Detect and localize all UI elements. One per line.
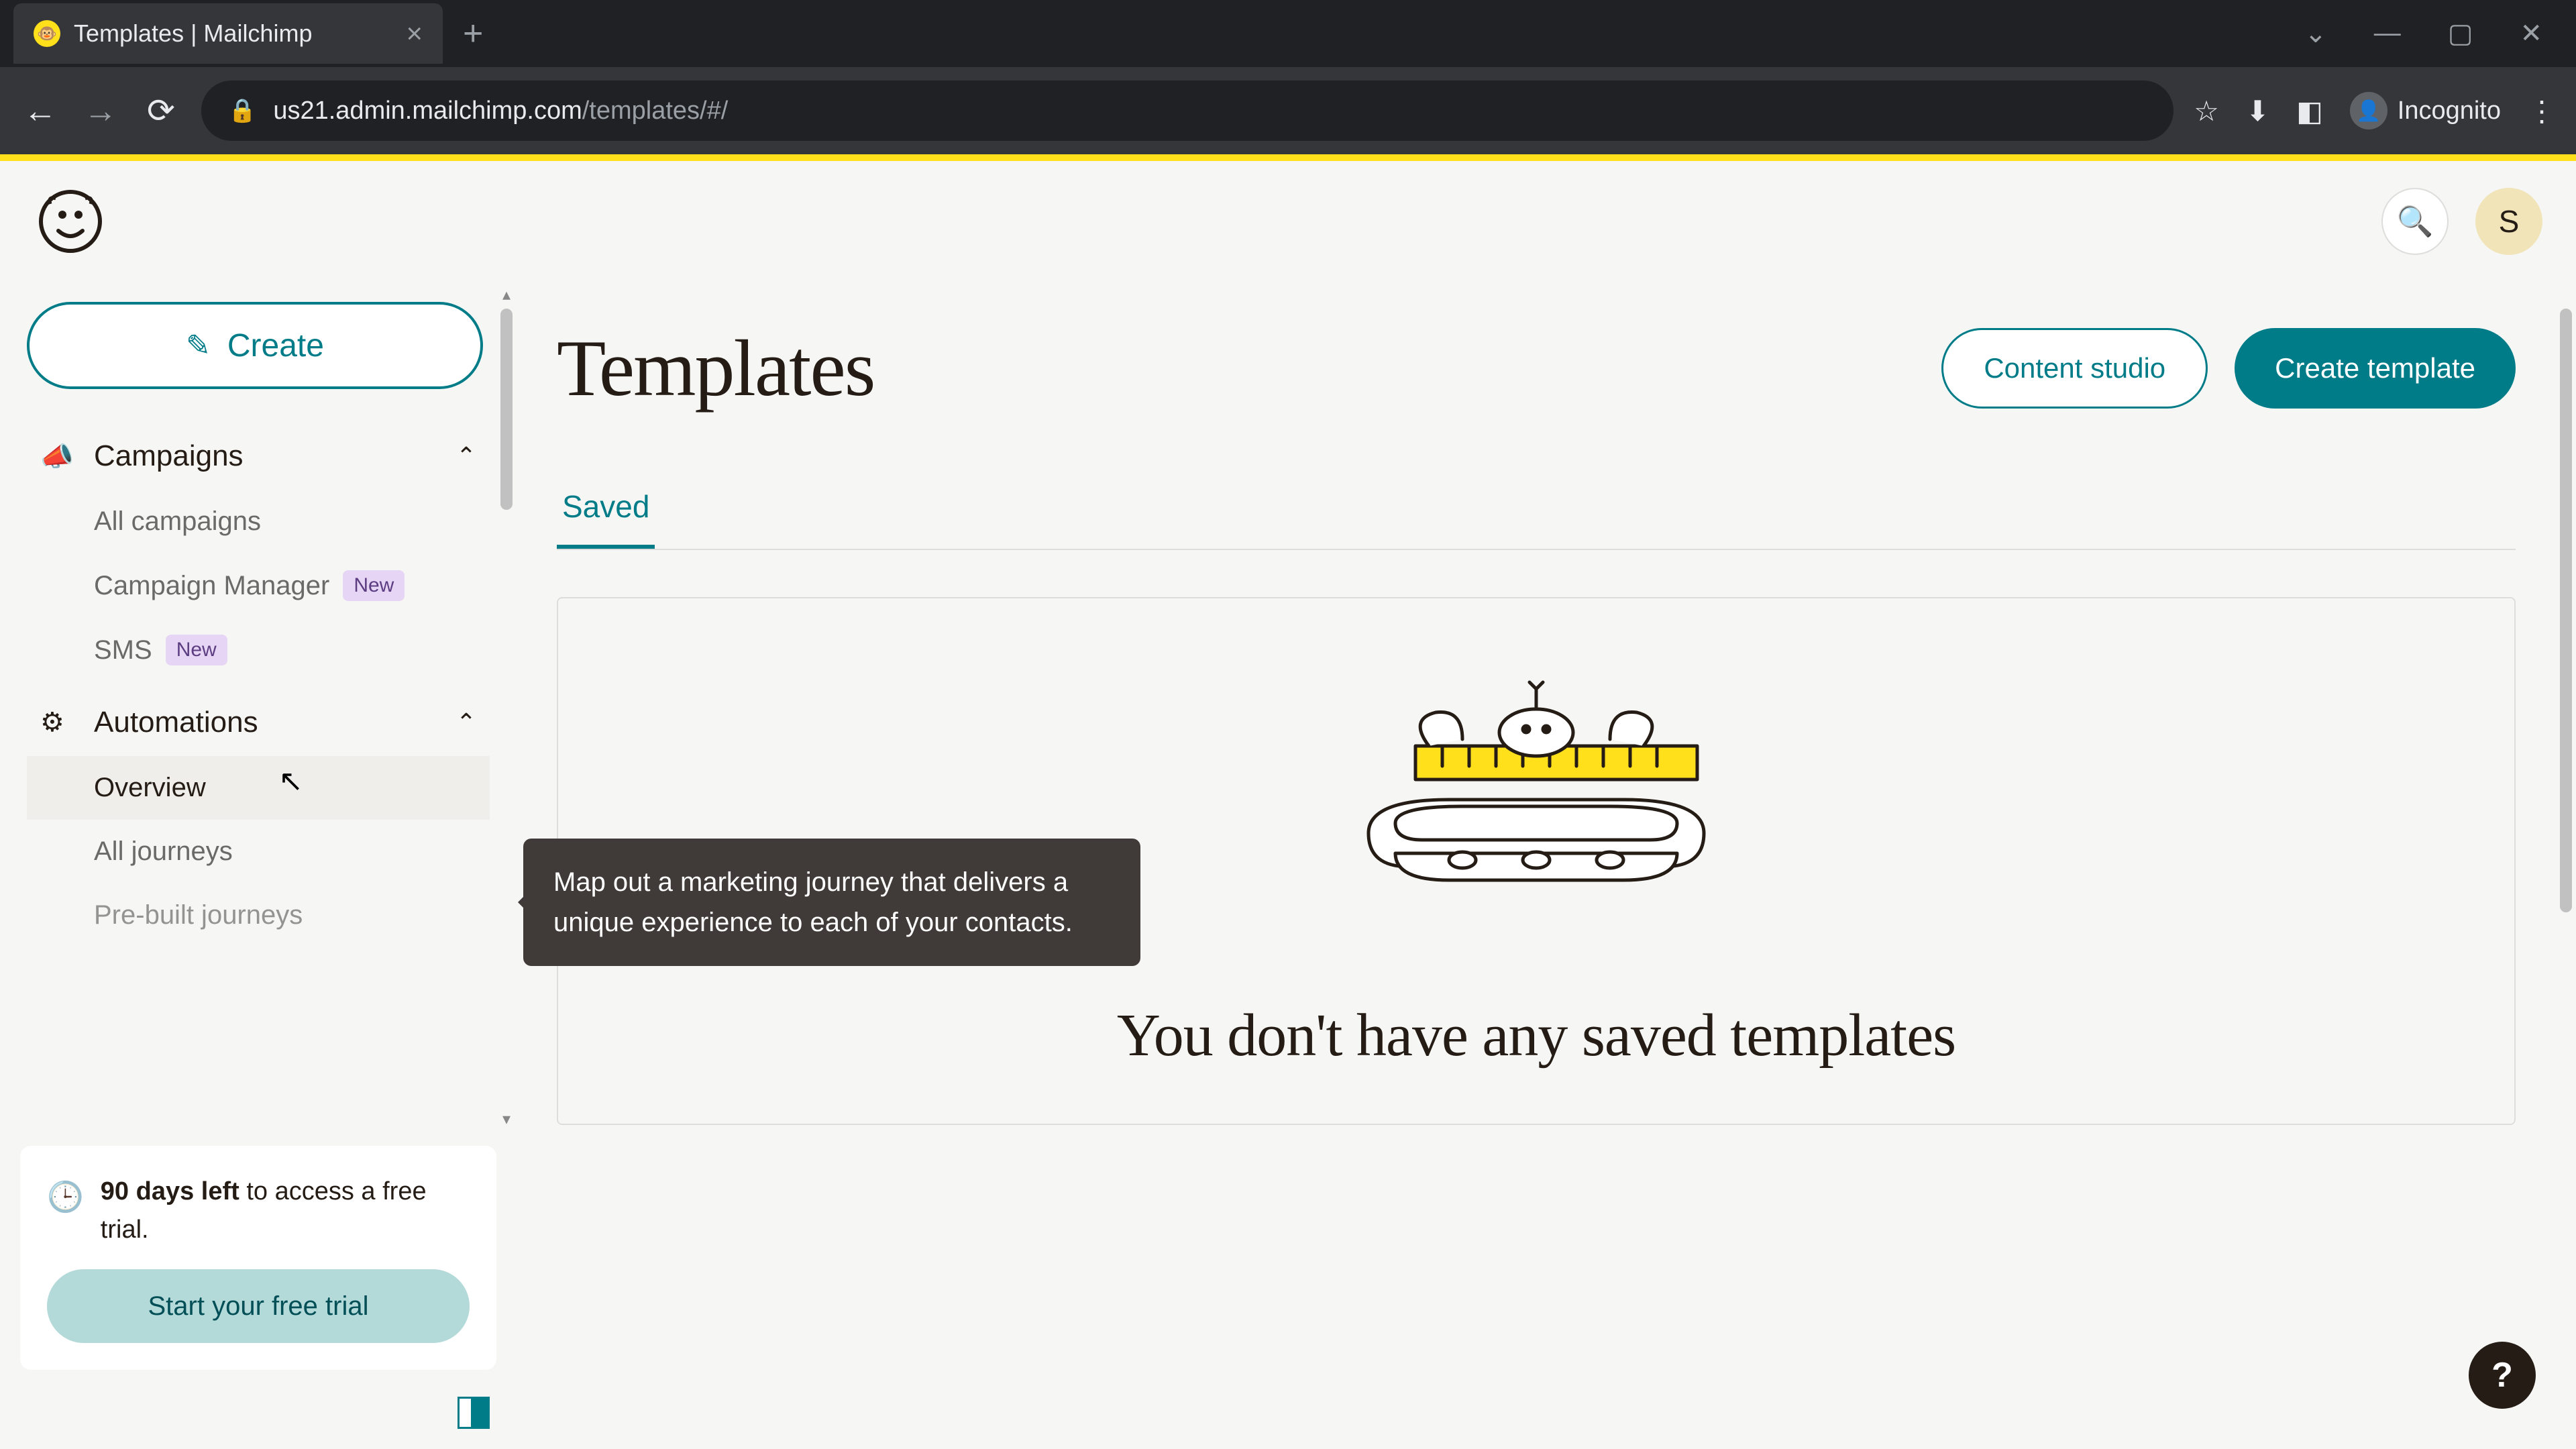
favicon-icon: 🐵 bbox=[34, 20, 60, 47]
sidebar-item-campaign-manager[interactable]: Campaign Manager New bbox=[27, 553, 490, 618]
search-icon: 🔍 bbox=[2397, 204, 2434, 239]
tab-dropdown-icon[interactable]: ⌄ bbox=[2304, 18, 2327, 49]
content-studio-button[interactable]: Content studio bbox=[1941, 328, 2208, 409]
new-badge: New bbox=[343, 570, 405, 601]
trial-banner: 🕒 90 days left to access a free trial. S… bbox=[20, 1146, 496, 1370]
close-window-icon[interactable]: ✕ bbox=[2520, 18, 2542, 49]
empty-title: You don't have any saved templates bbox=[598, 1001, 2474, 1070]
new-badge: New bbox=[166, 635, 227, 665]
page-title: Templates bbox=[557, 322, 874, 415]
browser-tab[interactable]: 🐵 Templates | Mailchimp × bbox=[13, 3, 443, 64]
menu-icon[interactable]: ⋮ bbox=[2528, 95, 2556, 127]
url-host: us21.admin.mailchimp.com bbox=[273, 97, 582, 125]
cursor-icon: ↖ bbox=[278, 764, 303, 798]
incognito-badge[interactable]: 👤 Incognito bbox=[2350, 92, 2501, 129]
app-root: 🔍 S ✎ Create 📣 Campaigns ⌃ bbox=[0, 154, 2576, 1449]
maximize-icon[interactable]: ▢ bbox=[2448, 18, 2473, 49]
collapse-sidebar-button[interactable] bbox=[458, 1397, 490, 1429]
help-button[interactable]: ? bbox=[2469, 1342, 2536, 1409]
reload-button[interactable]: ⟳ bbox=[141, 91, 181, 130]
forward-button[interactable]: → bbox=[80, 91, 121, 130]
reading-list-icon[interactable]: ◧ bbox=[2296, 95, 2323, 127]
scrollbar-thumb[interactable] bbox=[500, 309, 513, 510]
scroll-up-icon[interactable]: ▴ bbox=[496, 285, 517, 305]
start-trial-button[interactable]: Start your free trial bbox=[47, 1269, 470, 1343]
chevron-up-icon: ⌃ bbox=[456, 708, 476, 737]
sidebar-section-campaigns[interactable]: 📣 Campaigns ⌃ bbox=[27, 423, 490, 490]
back-button[interactable]: ← bbox=[20, 91, 60, 130]
empty-illustration bbox=[1328, 679, 1744, 920]
mailchimp-logo[interactable] bbox=[34, 184, 107, 258]
create-template-button[interactable]: Create template bbox=[2235, 328, 2516, 409]
sidebar-section-automations[interactable]: ⚙ Automations ⌃ bbox=[27, 689, 490, 756]
app-header: 🔍 S bbox=[0, 161, 2576, 282]
browser-tab-bar: 🐵 Templates | Mailchimp × + ⌄ ― ▢ ✕ bbox=[0, 0, 2576, 67]
search-button[interactable]: 🔍 bbox=[2381, 188, 2449, 255]
chevron-up-icon: ⌃ bbox=[456, 442, 476, 470]
sidebar-item-sms[interactable]: SMS New bbox=[27, 618, 490, 682]
sidebar-item-all-campaigns[interactable]: All campaigns bbox=[27, 490, 490, 553]
clock-icon: 🕒 bbox=[47, 1175, 84, 1220]
tab-title: Templates | Mailchimp bbox=[74, 19, 392, 48]
minimize-icon[interactable]: ― bbox=[2374, 18, 2401, 49]
create-button[interactable]: ✎ Create bbox=[27, 302, 483, 389]
sidebar-scrollbar[interactable]: ▴ ▾ bbox=[496, 282, 517, 1132]
scrollbar-thumb[interactable] bbox=[2560, 309, 2572, 912]
overview-tooltip: Map out a marketing journey that deliver… bbox=[523, 839, 1140, 966]
address-bar: ← → ⟳ 🔒 us21.admin.mailchimp.com/templat… bbox=[0, 67, 2576, 154]
new-tab-button[interactable]: + bbox=[463, 13, 483, 54]
pencil-icon: ✎ bbox=[186, 329, 211, 363]
sidebar-item-overview[interactable]: Overview ↖ bbox=[27, 756, 490, 820]
automation-icon: ⚙ bbox=[40, 707, 74, 738]
megaphone-icon: 📣 bbox=[40, 441, 74, 472]
sidebar-item-prebuilt-journeys[interactable]: Pre-built journeys bbox=[27, 883, 490, 947]
url-path: /templates/#/ bbox=[582, 97, 729, 125]
incognito-icon: 👤 bbox=[2350, 92, 2387, 129]
lock-icon: 🔒 bbox=[228, 97, 256, 124]
close-tab-icon[interactable]: × bbox=[406, 17, 423, 50]
tab-saved[interactable]: Saved bbox=[557, 488, 655, 549]
url-input[interactable]: 🔒 us21.admin.mailchimp.com/templates/#/ bbox=[201, 80, 2174, 141]
bookmark-icon[interactable]: ☆ bbox=[2194, 95, 2219, 127]
window-controls: ⌄ ― ▢ ✕ bbox=[2304, 18, 2576, 49]
sidebar-item-all-journeys[interactable]: All journeys bbox=[27, 820, 490, 883]
user-avatar[interactable]: S bbox=[2475, 188, 2542, 255]
trial-text: 90 days left to access a free trial. bbox=[101, 1173, 470, 1249]
main-scrollbar[interactable] bbox=[2556, 282, 2576, 1449]
scroll-down-icon[interactable]: ▾ bbox=[496, 1110, 517, 1129]
template-tabs: Saved bbox=[557, 488, 2516, 550]
sidebar: ✎ Create 📣 Campaigns ⌃ All campaigns Cam… bbox=[0, 282, 517, 1449]
downloads-icon[interactable]: ⬇ bbox=[2246, 95, 2269, 127]
